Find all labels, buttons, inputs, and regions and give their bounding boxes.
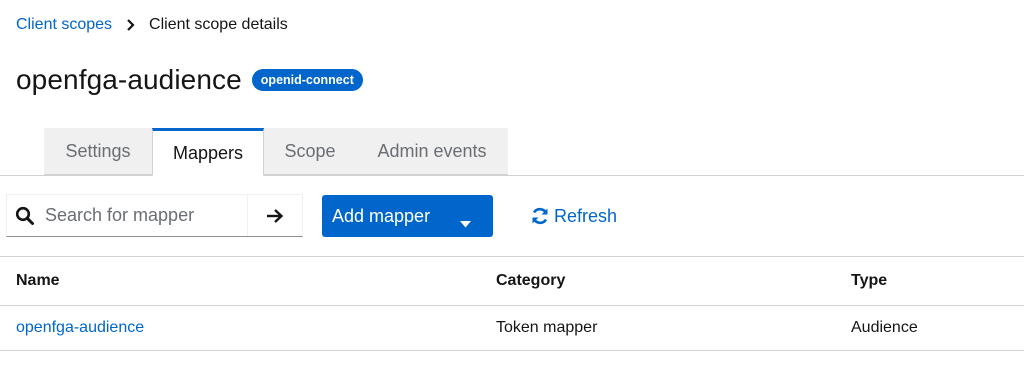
protocol-badge: openid-connect [251,69,363,91]
column-header-type[interactable]: Type [851,257,887,305]
table-header: Name Category Type [0,256,1024,306]
refresh-icon [530,206,550,226]
column-header-name[interactable]: Name [16,257,60,305]
table-row: openfga-audience Token mapper Audience [0,306,1024,351]
mappers-table: Name Category Type openfga-audience Toke… [0,256,1024,351]
tab-settings[interactable]: Settings [44,128,152,175]
tab-admin-events[interactable]: Admin events [356,128,508,175]
search-icon [15,206,35,226]
chevron-right-icon [126,19,135,31]
search-group [6,194,303,237]
breadcrumb-client-scopes-link[interactable]: Client scopes [16,16,112,34]
title-row: openfga-audience openid-connect [16,60,363,100]
toolbar: Add mapper Refresh [0,194,1024,238]
page-title: openfga-audience [16,64,242,95]
tab-bar: Settings Mappers Scope Admin events [0,128,1024,176]
caret-down-icon [460,212,471,233]
mapper-type: Audience [851,319,918,336]
tab-mappers[interactable]: Mappers [152,128,264,176]
refresh-label: Refresh [554,205,618,226]
mapper-name-link[interactable]: openfga-audience [16,306,144,350]
breadcrumb: Client scopes Client scope details [16,14,288,36]
search-box [7,195,248,236]
tab-scope[interactable]: Scope [264,128,356,175]
search-submit-button[interactable] [248,195,302,236]
breadcrumb-current: Client scope details [149,16,288,33]
add-mapper-label: Add mapper [332,205,431,226]
column-header-category[interactable]: Category [496,257,565,305]
search-input[interactable] [45,205,235,226]
mapper-category: Token mapper [496,319,598,336]
refresh-button[interactable]: Refresh [530,195,617,237]
add-mapper-button[interactable]: Add mapper [322,195,493,237]
arrow-right-icon [266,208,284,224]
